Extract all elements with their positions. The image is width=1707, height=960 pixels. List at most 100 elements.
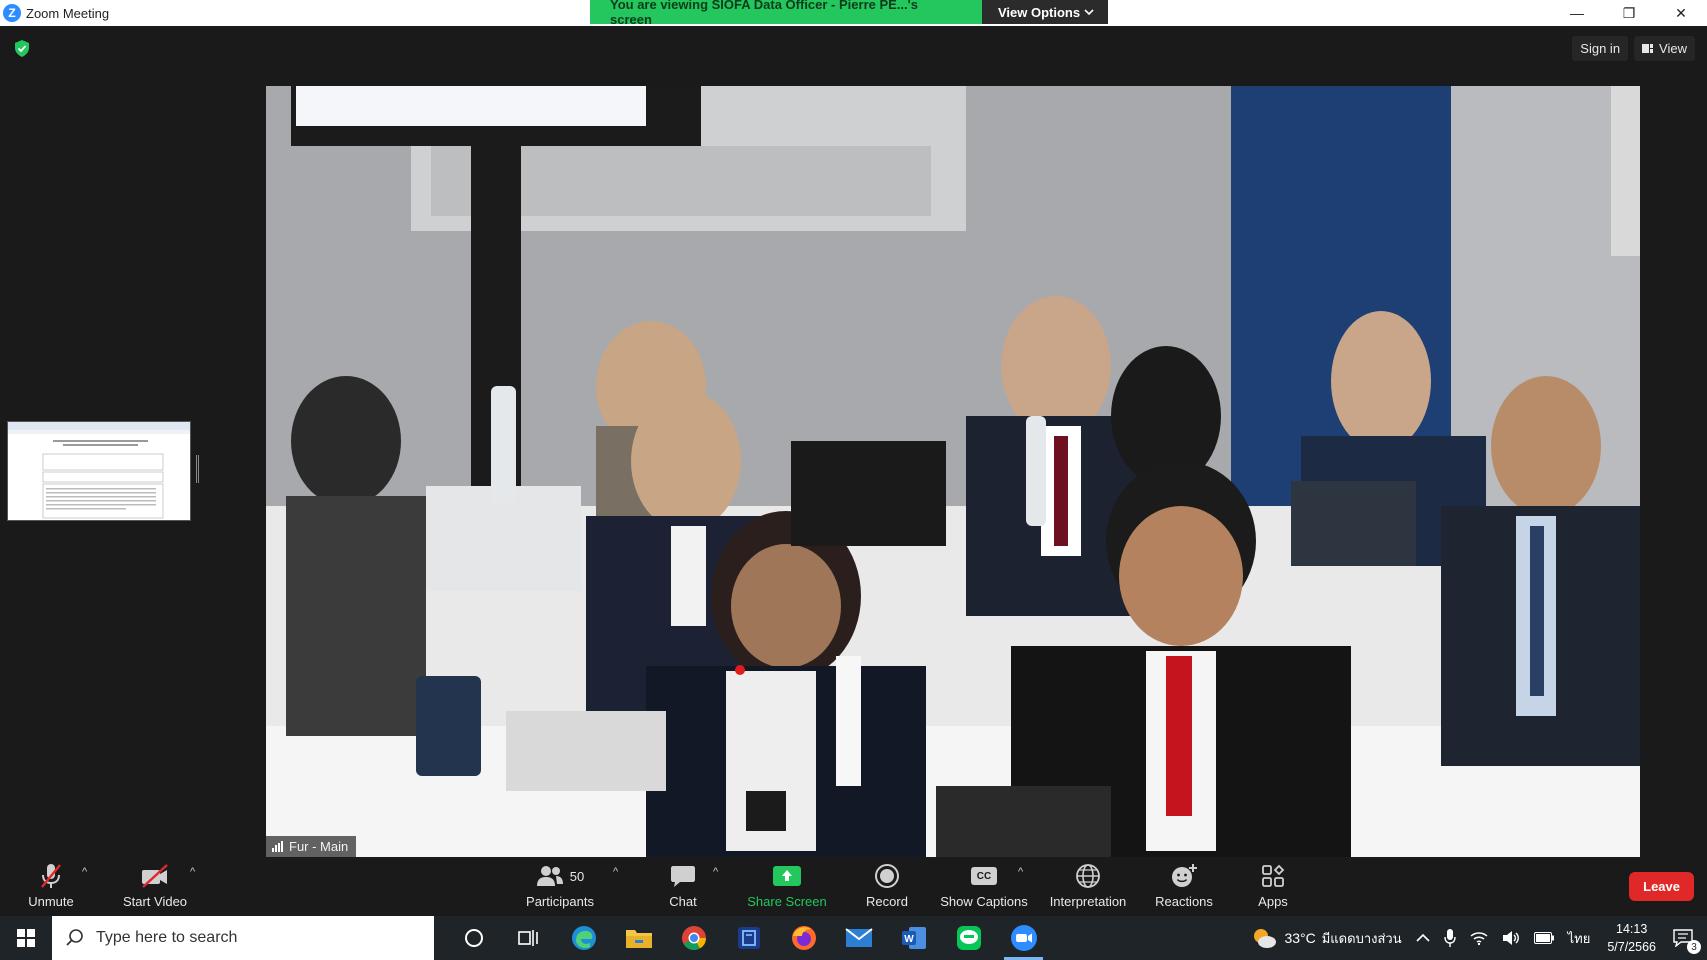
taskbar-file-explorer[interactable] bbox=[611, 916, 666, 960]
microphone-icon bbox=[1443, 929, 1456, 947]
apps-label: Apps bbox=[1258, 894, 1288, 909]
participant-name-tag: Fur - Main bbox=[266, 836, 357, 857]
close-button[interactable]: ✕ bbox=[1655, 0, 1707, 26]
security-shield-icon[interactable] bbox=[14, 40, 30, 57]
taskbar-edge[interactable] bbox=[556, 916, 611, 960]
participants-options-caret[interactable]: ^ bbox=[613, 866, 618, 878]
title-bar: Z Zoom Meeting You are viewing SIOFA Dat… bbox=[0, 0, 1707, 27]
show-captions-label: Show Captions bbox=[940, 894, 1028, 909]
smiley-plus-icon bbox=[1172, 864, 1197, 887]
cortana-circle-icon bbox=[464, 929, 483, 947]
sign-in-label: Sign in bbox=[1580, 41, 1621, 56]
taskbar-search-box[interactable]: Type here to search bbox=[52, 916, 434, 960]
show-captions-button[interactable]: CC Show Captions bbox=[938, 858, 1030, 916]
thumbnail-resize-handle[interactable] bbox=[196, 455, 199, 483]
top-right-controls: Sign in View bbox=[1572, 36, 1695, 61]
hidden-icons-button[interactable] bbox=[1409, 916, 1437, 960]
leave-button[interactable]: Leave bbox=[1629, 872, 1694, 901]
minimize-button[interactable]: — bbox=[1551, 0, 1603, 26]
participants-label: Participants bbox=[526, 894, 594, 909]
captions-cc-icon: CC bbox=[971, 867, 997, 885]
interpretation-button[interactable]: Interpretation bbox=[1045, 858, 1131, 916]
reactions-button[interactable]: Reactions bbox=[1152, 858, 1216, 916]
restore-button[interactable]: ❐ bbox=[1603, 0, 1655, 26]
share-screen-button[interactable]: Share Screen bbox=[746, 858, 828, 916]
captions-options-caret[interactable]: ^ bbox=[1018, 866, 1023, 878]
folder-icon bbox=[625, 930, 652, 948]
taskbar-zoom[interactable] bbox=[996, 916, 1051, 960]
task-view-icon bbox=[517, 930, 538, 946]
unmute-button[interactable]: Unmute bbox=[22, 858, 80, 916]
edge-icon bbox=[571, 926, 596, 950]
windows-taskbar: Type here to search W 33°C มีแดดบางส่วน … bbox=[0, 916, 1707, 960]
document-preview-icon bbox=[8, 422, 190, 520]
start-button[interactable] bbox=[0, 916, 52, 960]
clock-date: 5/7/2566 bbox=[1607, 940, 1656, 954]
view-options-button[interactable]: View Options bbox=[982, 0, 1108, 24]
video-options-caret[interactable]: ^ bbox=[190, 866, 195, 878]
wifi-icon bbox=[1470, 932, 1488, 946]
notifications-button[interactable]: 3 bbox=[1666, 916, 1707, 960]
view-layout-icon bbox=[1642, 44, 1654, 53]
start-video-button[interactable]: Start Video bbox=[118, 858, 192, 916]
participants-button[interactable]: 50 Participants bbox=[522, 858, 598, 916]
word-icon: W bbox=[901, 927, 926, 949]
meeting-toolbar: Unmute ^ Start Video ^ 50 Participants ^ bbox=[0, 858, 1707, 916]
taskbar-mail[interactable] bbox=[831, 916, 886, 960]
system-tray: 33°C มีแดดบางส่วน ไทย 14:13 5/7/2566 3 bbox=[1243, 916, 1707, 960]
weather-temp: 33°C bbox=[1284, 930, 1316, 946]
chat-bubble-icon bbox=[671, 866, 695, 887]
zoom-logo-icon: Z bbox=[3, 4, 21, 22]
window-controls: — ❐ ✕ bbox=[1551, 0, 1707, 26]
taskbar-word[interactable]: W bbox=[886, 916, 941, 960]
input-language[interactable]: ไทย bbox=[1561, 916, 1598, 960]
main-video[interactable]: Fur - Main bbox=[266, 86, 1640, 857]
search-placeholder: Type here to search bbox=[96, 929, 238, 946]
viewing-banner: You are viewing SIOFA Data Officer - Pie… bbox=[590, 0, 1108, 27]
firefox-icon bbox=[791, 926, 816, 950]
taskbar-app-blue[interactable] bbox=[721, 916, 776, 960]
line-app-icon bbox=[956, 926, 981, 950]
participants-icon bbox=[536, 866, 563, 886]
microphone-muted-icon bbox=[41, 864, 61, 888]
chevron-up-icon bbox=[1416, 933, 1430, 942]
volume-tray-button[interactable] bbox=[1495, 916, 1527, 960]
shared-screen-thumbnail[interactable] bbox=[7, 421, 191, 521]
conference-room-scene bbox=[266, 86, 1640, 857]
globe-icon bbox=[1076, 864, 1100, 888]
search-icon bbox=[66, 929, 83, 946]
apps-button[interactable]: Apps bbox=[1253, 858, 1293, 916]
unmute-label: Unmute bbox=[28, 894, 74, 909]
battery-icon bbox=[1533, 932, 1554, 944]
record-label: Record bbox=[866, 894, 908, 909]
chevron-down-icon bbox=[1084, 9, 1094, 16]
signal-strength-icon bbox=[272, 841, 283, 852]
task-view-button[interactable] bbox=[501, 916, 556, 960]
notification-count-badge: 3 bbox=[1687, 940, 1701, 954]
view-options-label: View Options bbox=[998, 4, 1081, 20]
reactions-label: Reactions bbox=[1155, 894, 1213, 909]
taskbar-chrome[interactable] bbox=[666, 916, 721, 960]
microphone-tray-button[interactable] bbox=[1437, 916, 1463, 960]
weather-widget[interactable]: 33°C มีแดดบางส่วน bbox=[1243, 916, 1408, 960]
wifi-tray-button[interactable] bbox=[1463, 916, 1495, 960]
interpretation-label: Interpretation bbox=[1049, 894, 1127, 909]
battery-tray-button[interactable] bbox=[1527, 916, 1561, 960]
participants-count: 50 bbox=[569, 868, 585, 884]
viewing-banner-text: You are viewing SIOFA Data Officer - Pie… bbox=[590, 0, 982, 27]
taskbar-firefox[interactable] bbox=[776, 916, 831, 960]
taskbar-clock[interactable]: 14:13 5/7/2566 bbox=[1597, 920, 1666, 956]
mail-envelope-icon bbox=[844, 928, 873, 947]
cortana-button[interactable] bbox=[446, 916, 501, 960]
chat-options-caret[interactable]: ^ bbox=[713, 866, 718, 878]
view-button[interactable]: View bbox=[1634, 36, 1695, 61]
audio-options-caret[interactable]: ^ bbox=[82, 866, 87, 878]
zoom-icon bbox=[1010, 925, 1037, 951]
sign-in-button[interactable]: Sign in bbox=[1572, 36, 1629, 61]
chat-button[interactable]: Chat bbox=[664, 858, 702, 916]
record-button[interactable]: Record bbox=[862, 858, 912, 916]
chrome-icon bbox=[681, 926, 706, 951]
view-label: View bbox=[1659, 41, 1687, 56]
chat-label: Chat bbox=[669, 894, 697, 909]
taskbar-line[interactable] bbox=[941, 916, 996, 960]
